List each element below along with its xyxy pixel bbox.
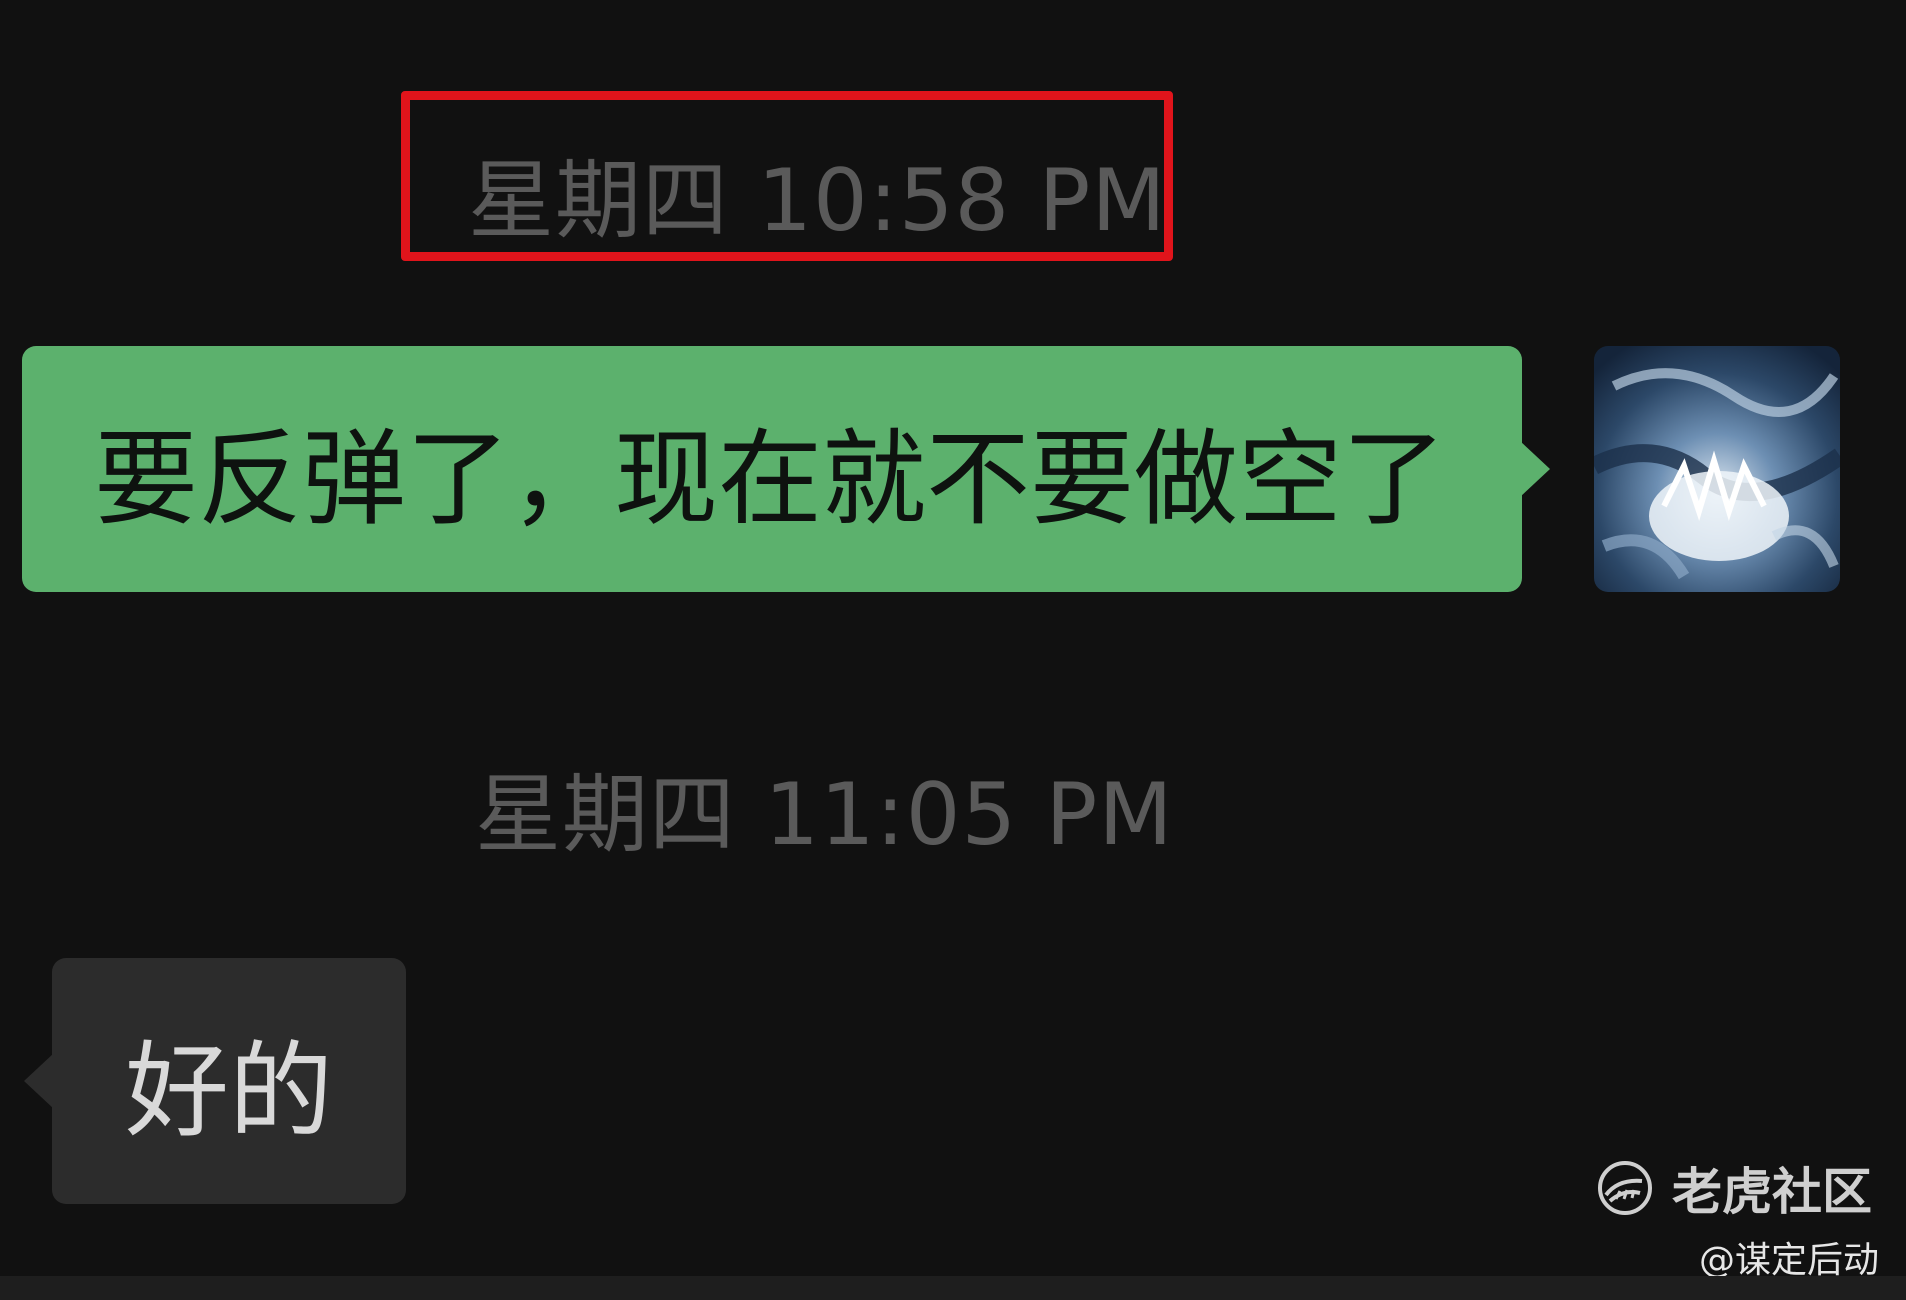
chat-view: 星期四 10:58 PM 要反弹了，现在就不要做空了 星期四 11:05 PM … <box>0 0 1906 1300</box>
watermark-brand: 老虎社区 <box>1672 1163 1872 1221</box>
avatar[interactable] <box>1594 346 1840 592</box>
message-timestamp: 星期四 11:05 PM <box>475 765 1174 865</box>
incoming-message-bubble[interactable]: 好的 <box>24 958 406 1204</box>
tiger-logo-icon <box>1598 1161 1652 1215</box>
watermark: 老虎社区 <box>1596 1152 1872 1224</box>
bottom-edge <box>0 1276 1906 1300</box>
avatar-image <box>1594 346 1840 592</box>
timestamp-highlight-annotation <box>401 91 1173 261</box>
message-text: 好的 <box>124 1029 333 1152</box>
bubble-tail <box>24 1053 54 1109</box>
bubble-tail <box>1520 441 1550 497</box>
message-text: 要反弹了，现在就不要做空了 <box>94 417 1447 540</box>
outgoing-message-bubble[interactable]: 要反弹了，现在就不要做空了 <box>22 346 1550 592</box>
